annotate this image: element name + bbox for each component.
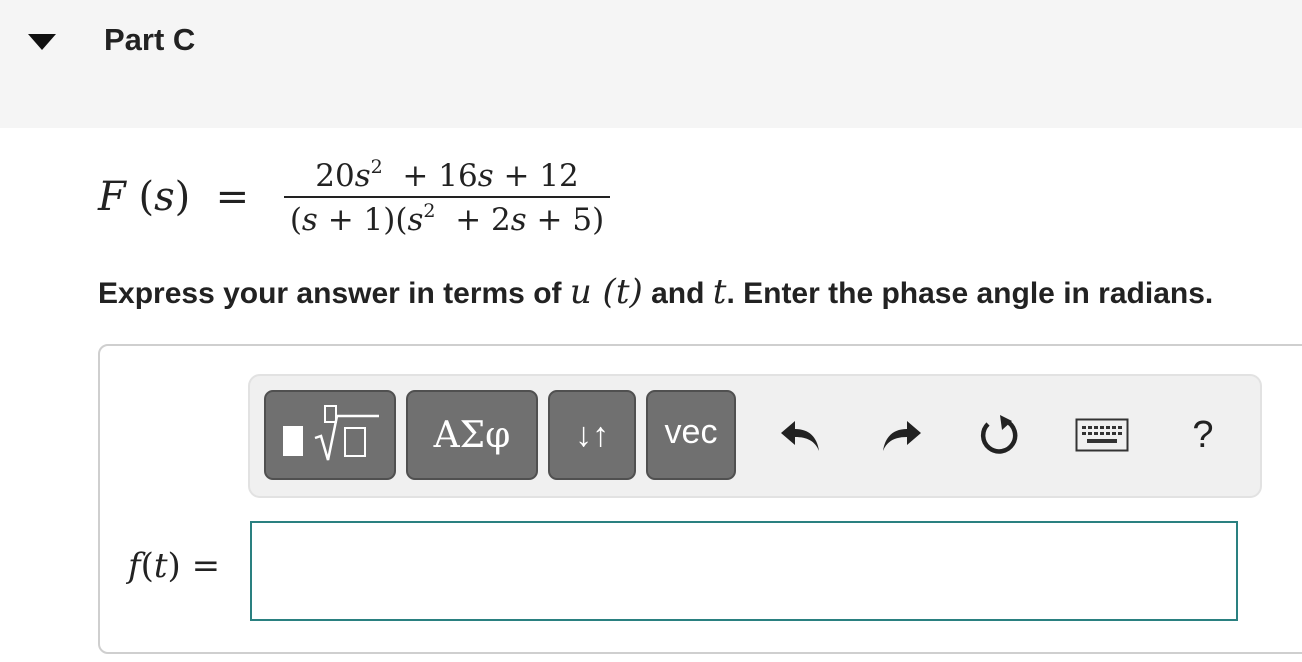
arrows-button[interactable]: ↓↑ [548, 390, 636, 480]
fraction: 20s2 + 16s + 12 (s + 1)(s2 + 2s + 5) [282, 156, 612, 242]
redo-icon[interactable] [874, 408, 928, 462]
numerator: 20s2 + 16s + 12 [315, 156, 579, 195]
vector-button[interactable]: vec [646, 390, 736, 480]
answer-label: f(t) = [128, 546, 221, 586]
formula-lhs: F (s) = [98, 174, 250, 220]
triangle-down-icon[interactable] [28, 34, 56, 50]
keyboard-icon[interactable] [1074, 408, 1130, 462]
help-icon[interactable]: ? [1176, 408, 1230, 462]
part-header: Part C [0, 0, 1302, 128]
templates-button[interactable] [264, 390, 396, 480]
denominator: (s + 1)(s2 + 2s + 5) [289, 200, 605, 239]
answer-input[interactable] [250, 521, 1238, 621]
reset-icon[interactable] [972, 408, 1026, 462]
greek-symbols-button[interactable]: ΑΣφ [406, 390, 538, 480]
part-title: Part C [104, 22, 196, 57]
instruction-text: Express your answer in terms of u (t) an… [98, 272, 1214, 312]
undo-icon[interactable] [774, 408, 828, 462]
templates-icon [283, 405, 379, 461]
